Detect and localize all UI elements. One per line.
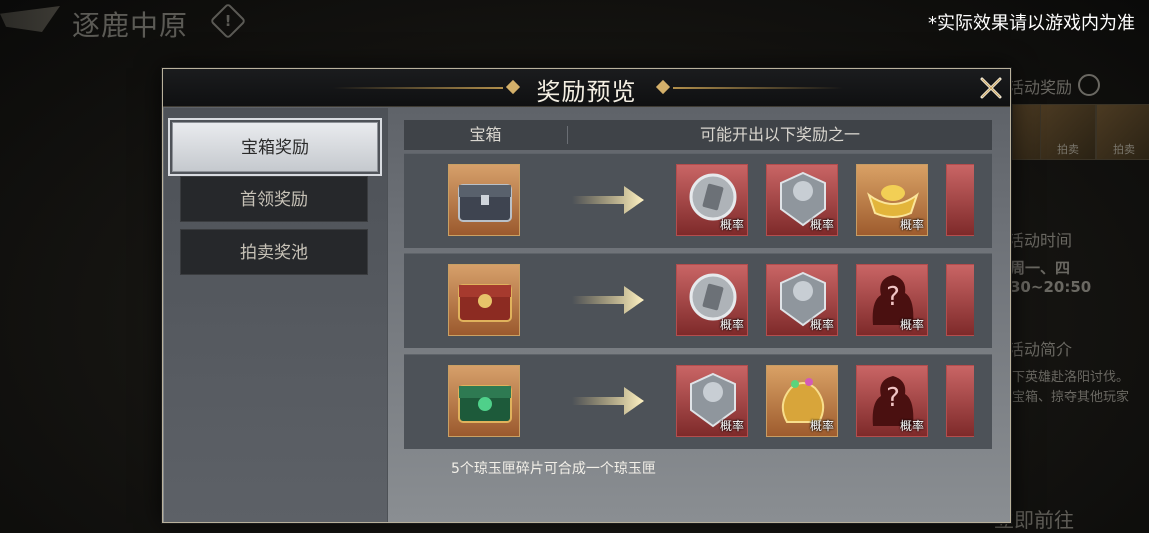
dialog-header: 奖励预览 xyxy=(163,69,1010,107)
header-ornament xyxy=(673,87,843,89)
column-header-chest: 宝箱 xyxy=(469,125,502,144)
side-rewards-label: 活动奖励 xyxy=(1008,78,1073,97)
more-rewards-edge xyxy=(946,264,974,336)
silver-chest-icon[interactable] xyxy=(448,164,520,236)
side-reward-thumb[interactable]: 拍卖 xyxy=(1040,104,1096,160)
table-row: 概率 概率 ? 概率 xyxy=(404,253,992,348)
arrow-right-icon xyxy=(572,186,644,214)
side-time-days: 周一、四 xyxy=(1010,259,1071,277)
more-rewards-edge xyxy=(946,164,974,236)
table-row: 概率 概率 概率 xyxy=(404,153,992,248)
gold-ingot-icon[interactable]: 概率 xyxy=(856,164,928,236)
silver-badge-icon[interactable]: 概率 xyxy=(676,365,748,437)
side-reward-thumb[interactable]: 拍卖 xyxy=(1096,104,1149,160)
more-rewards-edge xyxy=(946,365,974,437)
silver-badge-icon[interactable]: 概率 xyxy=(766,164,838,236)
silver-badge-icon[interactable]: 概率 xyxy=(766,264,838,336)
mystery-silhouette-icon[interactable]: ? 概率 xyxy=(856,365,928,437)
tab-boss-rewards[interactable]: 首领奖励 xyxy=(180,176,368,222)
mystery-silhouette-icon[interactable]: ? 概率 xyxy=(856,264,928,336)
side-intro-label: 活动简介 xyxy=(1008,340,1073,359)
dialog-title: 奖励预览 xyxy=(536,78,637,106)
side-intro-line: 下英雄赴洛阳讨伐。 xyxy=(1012,370,1130,385)
reward-preview-dialog: 奖励预览 宝箱奖励 首领奖励 拍卖奖池 宝箱 可能开出以下奖励之一 概率 概率 … xyxy=(162,68,1011,523)
tab-auction-pool[interactable]: 拍卖奖池 xyxy=(180,229,368,275)
search-icon[interactable] xyxy=(1078,74,1100,96)
tab-column: 宝箱奖励 首领奖励 拍卖奖池 xyxy=(164,108,388,522)
jade-chest-icon[interactable] xyxy=(448,365,520,437)
side-time-label: 活动时间 xyxy=(1008,231,1073,250)
silver-token-icon[interactable]: 概率 xyxy=(676,264,748,336)
game-logo-icon xyxy=(0,6,60,32)
close-button[interactable] xyxy=(975,72,1007,104)
gold-pouch-icon[interactable]: 概率 xyxy=(766,365,838,437)
game-screen: 逐鹿中原 ! *实际效果请以游戏内为准 活动奖励 拍卖 拍卖 活动时间 周一、四… xyxy=(0,0,1149,533)
svg-text:?: ? xyxy=(886,282,900,312)
side-intro-line: 宝箱、掠夺其他玩家 xyxy=(1012,390,1130,405)
close-icon xyxy=(980,77,1002,99)
disclaimer-text: *实际效果请以游戏内为准 xyxy=(928,13,1135,34)
event-title: 逐鹿中原 xyxy=(72,9,189,42)
red-chest-icon[interactable] xyxy=(448,264,520,336)
footnote-text: 5个琼玉匣碎片可合成一个琼玉匣 xyxy=(451,461,656,477)
arrow-right-icon xyxy=(572,387,644,415)
arrow-right-icon xyxy=(572,286,644,314)
table-header: 宝箱 可能开出以下奖励之一 xyxy=(404,120,992,150)
column-header-rewards: 可能开出以下奖励之一 xyxy=(699,125,860,144)
side-time-range: 30~20:50 xyxy=(1010,278,1092,296)
silver-token-icon[interactable]: 概率 xyxy=(676,164,748,236)
info-icon[interactable]: ! xyxy=(209,2,247,40)
svg-text:?: ? xyxy=(886,383,900,413)
table-row: 概率 概率 ? 概率 xyxy=(404,354,992,449)
tab-chest-rewards[interactable]: 宝箱奖励 xyxy=(168,118,382,176)
